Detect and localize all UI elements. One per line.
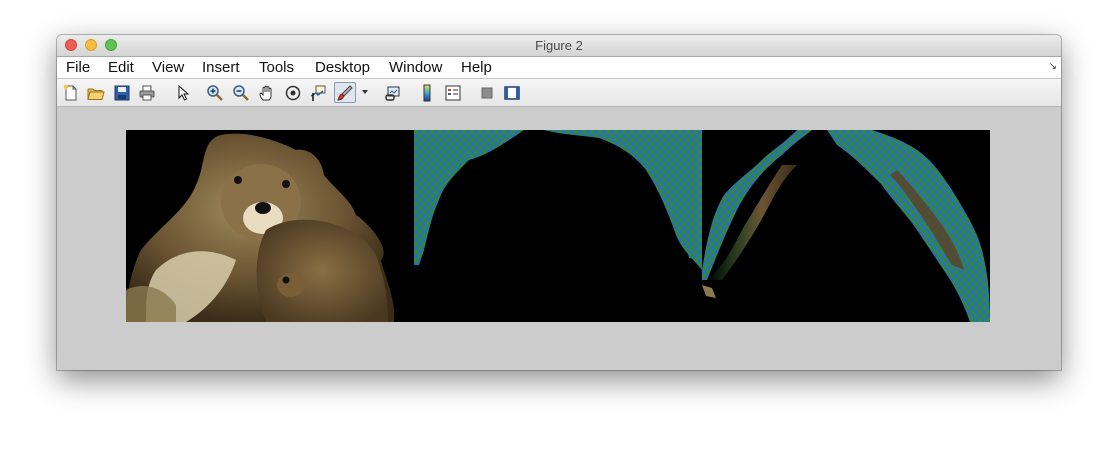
print-icon[interactable]	[138, 84, 156, 102]
menu-edit[interactable]: Edit	[108, 59, 134, 76]
menu-window[interactable]: Window	[389, 59, 442, 76]
menu-insert[interactable]: Insert	[202, 59, 240, 76]
menu-tools[interactable]: Tools	[259, 59, 294, 76]
pan-hand-icon[interactable]	[258, 84, 276, 102]
pointer-icon[interactable]	[174, 84, 192, 102]
menu-file[interactable]: File	[66, 59, 90, 76]
image-axes-2[interactable]	[414, 130, 702, 322]
menu-help[interactable]: Help	[461, 59, 492, 76]
rotate-3d-icon[interactable]	[284, 84, 302, 102]
hide-plot-tools-icon[interactable]	[478, 84, 496, 102]
background-segment-image	[414, 130, 702, 322]
image-axes-3[interactable]	[702, 130, 990, 322]
menu-bar: File Edit View Insert Tools Desktop Wind…	[57, 57, 1061, 79]
legend-icon[interactable]	[444, 84, 462, 102]
save-icon[interactable]	[113, 84, 131, 102]
open-file-icon[interactable]	[87, 84, 105, 102]
bear-foreground-image	[126, 130, 414, 322]
zoom-in-icon[interactable]	[206, 84, 224, 102]
zoom-out-icon[interactable]	[232, 84, 250, 102]
show-plot-tools-icon[interactable]	[503, 84, 521, 102]
figure-toolbar	[57, 79, 1061, 107]
image-axes-1[interactable]	[126, 130, 414, 322]
brush-icon[interactable]	[334, 82, 356, 103]
new-figure-icon[interactable]	[62, 84, 80, 102]
link-plot-icon[interactable]	[384, 84, 402, 102]
edge-segment-image	[702, 130, 990, 322]
window-title: Figure 2	[535, 38, 583, 53]
menu-view[interactable]: View	[152, 59, 184, 76]
menu-desktop[interactable]: Desktop	[315, 59, 370, 76]
colorbar-icon[interactable]	[418, 84, 436, 102]
figure-window: Figure 2 File Edit View Insert Tools Des…	[57, 35, 1061, 370]
data-cursor-icon[interactable]	[309, 84, 327, 102]
dock-figure-icon[interactable]: ↘	[1049, 61, 1057, 72]
title-bar: Figure 2	[57, 35, 1061, 57]
brush-dropdown-icon[interactable]	[362, 90, 368, 94]
